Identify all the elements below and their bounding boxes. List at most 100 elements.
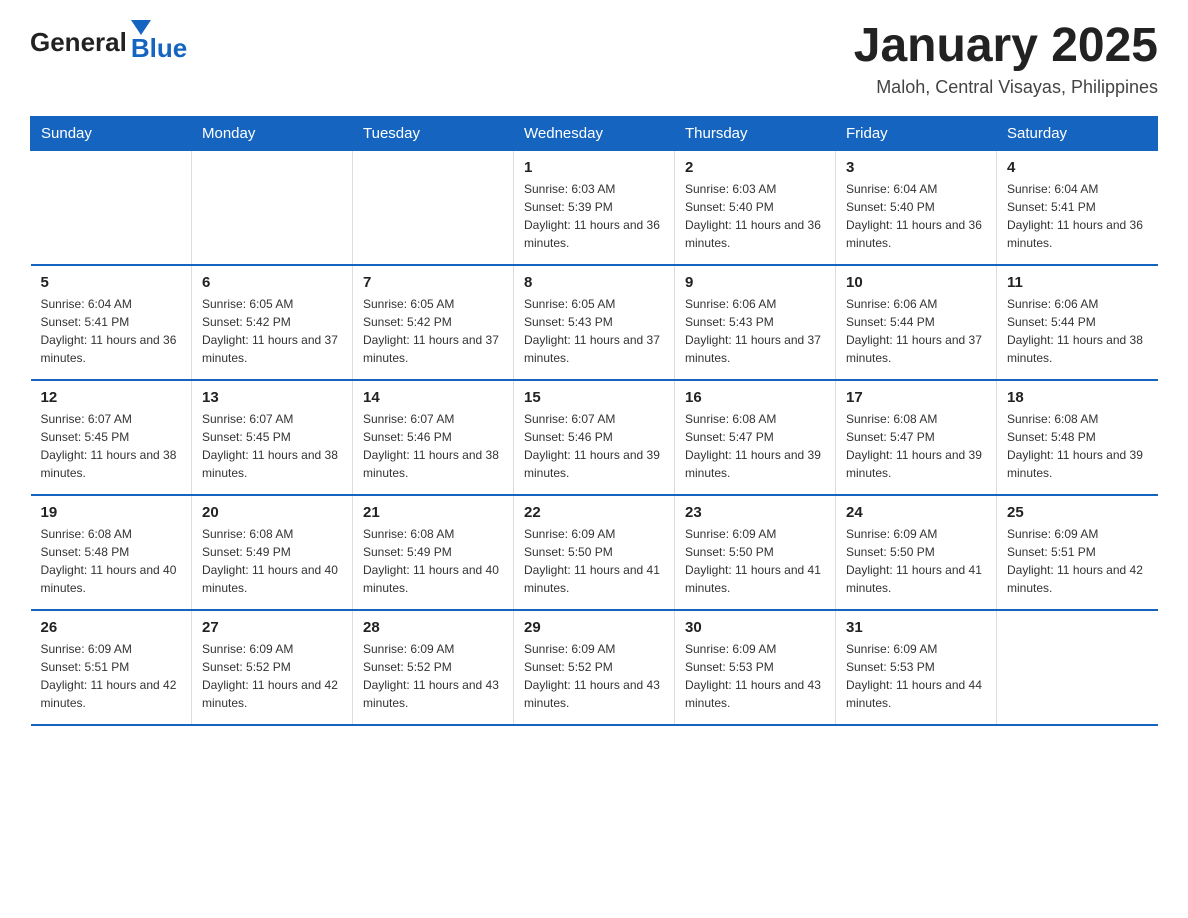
calendar-cell: 7 Sunrise: 6:05 AM Sunset: 5:42 PM Daylig… <box>353 265 514 380</box>
day-number: 1 <box>524 159 664 176</box>
day-number: 20 <box>202 504 342 521</box>
day-info: Sunrise: 6:08 AM Sunset: 5:47 PM Dayligh… <box>846 410 986 482</box>
calendar-week-row: 19 Sunrise: 6:08 AM Sunset: 5:48 PM Dayli… <box>31 495 1158 610</box>
calendar-cell: 17 Sunrise: 6:08 AM Sunset: 5:47 PM Dayli… <box>836 380 997 495</box>
calendar-cell: 18Sunrise: 6:08 AM Sunset: 5:48 PM Dayli… <box>997 380 1158 495</box>
day-info: Sunrise: 6:09 AM Sunset: 5:50 PM Dayligh… <box>685 525 825 597</box>
day-number: 29 <box>524 619 664 636</box>
calendar-cell <box>353 150 514 265</box>
day-number: 10 <box>846 274 986 291</box>
day-info: Sunrise: 6:08 AM Sunset: 5:47 PM Dayligh… <box>685 410 825 482</box>
calendar-header-row: SundayMondayTuesdayWednesdayThursdayFrid… <box>31 116 1158 150</box>
day-info: Sunrise: 6:06 AM Sunset: 5:44 PM Dayligh… <box>846 295 986 367</box>
day-number: 3 <box>846 159 986 176</box>
day-info: Sunrise: 6:09 AM Sunset: 5:53 PM Dayligh… <box>846 640 986 712</box>
day-info: Sunrise: 6:08 AM Sunset: 5:48 PM Dayligh… <box>41 525 182 597</box>
calendar-cell: 3 Sunrise: 6:04 AM Sunset: 5:40 PM Daylig… <box>836 150 997 265</box>
column-header-saturday: Saturday <box>997 116 1158 150</box>
calendar-cell: 22 Sunrise: 6:09 AM Sunset: 5:50 PM Dayli… <box>514 495 675 610</box>
day-number: 24 <box>846 504 986 521</box>
day-info: Sunrise: 6:09 AM Sunset: 5:52 PM Dayligh… <box>524 640 664 712</box>
day-info: Sunrise: 6:04 AM Sunset: 5:41 PM Dayligh… <box>1007 180 1148 252</box>
day-info: Sunrise: 6:09 AM Sunset: 5:50 PM Dayligh… <box>846 525 986 597</box>
day-info: Sunrise: 6:09 AM Sunset: 5:51 PM Dayligh… <box>1007 525 1148 597</box>
calendar-week-row: 5Sunrise: 6:04 AM Sunset: 5:41 PM Daylig… <box>31 265 1158 380</box>
day-number: 30 <box>685 619 825 636</box>
calendar-cell: 15 Sunrise: 6:07 AM Sunset: 5:46 PM Dayli… <box>514 380 675 495</box>
day-info: Sunrise: 6:04 AM Sunset: 5:41 PM Dayligh… <box>41 295 182 367</box>
column-header-wednesday: Wednesday <box>514 116 675 150</box>
day-number: 19 <box>41 504 182 521</box>
calendar-cell: 26Sunrise: 6:09 AM Sunset: 5:51 PM Dayli… <box>31 610 192 725</box>
calendar-cell: 2Sunrise: 6:03 AM Sunset: 5:40 PM Daylig… <box>675 150 836 265</box>
page-subtitle: Maloh, Central Visayas, Philippines <box>854 77 1158 98</box>
day-info: Sunrise: 6:03 AM Sunset: 5:39 PM Dayligh… <box>524 180 664 252</box>
page-header: General Blue January 2025 Maloh, Central… <box>30 20 1158 98</box>
day-info: Sunrise: 6:09 AM Sunset: 5:52 PM Dayligh… <box>202 640 342 712</box>
day-info: Sunrise: 6:06 AM Sunset: 5:44 PM Dayligh… <box>1007 295 1148 367</box>
column-header-thursday: Thursday <box>675 116 836 150</box>
day-number: 9 <box>685 274 825 291</box>
day-info: Sunrise: 6:07 AM Sunset: 5:46 PM Dayligh… <box>524 410 664 482</box>
day-number: 21 <box>363 504 503 521</box>
day-number: 25 <box>1007 504 1148 521</box>
calendar-week-row: 12 Sunrise: 6:07 AM Sunset: 5:45 PM Dayli… <box>31 380 1158 495</box>
day-number: 27 <box>202 619 342 636</box>
day-number: 7 <box>363 274 503 291</box>
day-number: 15 <box>524 389 664 406</box>
calendar-cell: 10 Sunrise: 6:06 AM Sunset: 5:44 PM Dayli… <box>836 265 997 380</box>
day-info: Sunrise: 6:09 AM Sunset: 5:51 PM Dayligh… <box>41 640 182 712</box>
logo: General Blue <box>30 20 187 64</box>
day-info: Sunrise: 6:09 AM Sunset: 5:52 PM Dayligh… <box>363 640 503 712</box>
calendar-cell: 19 Sunrise: 6:08 AM Sunset: 5:48 PM Dayli… <box>31 495 192 610</box>
day-number: 6 <box>202 274 342 291</box>
calendar-cell: 12Sunrise: 6:07 AM Sunset: 5:45 PM Dayli… <box>31 380 192 495</box>
day-info: Sunrise: 6:06 AM Sunset: 5:43 PM Dayligh… <box>685 295 825 367</box>
day-number: 14 <box>363 389 503 406</box>
logo-text-general: General <box>30 27 127 58</box>
day-info: Sunrise: 6:05 AM Sunset: 5:42 PM Dayligh… <box>363 295 503 367</box>
calendar-week-row: 1 Sunrise: 6:03 AM Sunset: 5:39 PM Daylig… <box>31 150 1158 265</box>
day-info: Sunrise: 6:05 AM Sunset: 5:43 PM Dayligh… <box>524 295 664 367</box>
day-number: 23 <box>685 504 825 521</box>
column-header-sunday: Sunday <box>31 116 192 150</box>
day-info: Sunrise: 6:07 AM Sunset: 5:46 PM Dayligh… <box>363 410 503 482</box>
column-header-tuesday: Tuesday <box>353 116 514 150</box>
calendar-cell: 30 Sunrise: 6:09 AM Sunset: 5:53 PM Dayli… <box>675 610 836 725</box>
day-number: 16 <box>685 389 825 406</box>
day-number: 4 <box>1007 159 1148 176</box>
day-number: 13 <box>202 389 342 406</box>
calendar-cell: 1 Sunrise: 6:03 AM Sunset: 5:39 PM Daylig… <box>514 150 675 265</box>
calendar-cell: 20 Sunrise: 6:08 AM Sunset: 5:49 PM Dayli… <box>192 495 353 610</box>
calendar-cell <box>31 150 192 265</box>
day-info: Sunrise: 6:05 AM Sunset: 5:42 PM Dayligh… <box>202 295 342 367</box>
calendar-cell: 25 Sunrise: 6:09 AM Sunset: 5:51 PM Dayli… <box>997 495 1158 610</box>
day-number: 17 <box>846 389 986 406</box>
day-number: 8 <box>524 274 664 291</box>
day-info: Sunrise: 6:09 AM Sunset: 5:53 PM Dayligh… <box>685 640 825 712</box>
calendar-cell: 28 Sunrise: 6:09 AM Sunset: 5:52 PM Dayli… <box>353 610 514 725</box>
page-title: January 2025 <box>854 20 1158 73</box>
calendar-cell: 31Sunrise: 6:09 AM Sunset: 5:53 PM Dayli… <box>836 610 997 725</box>
calendar-cell: 23 Sunrise: 6:09 AM Sunset: 5:50 PM Dayli… <box>675 495 836 610</box>
calendar-cell: 27 Sunrise: 6:09 AM Sunset: 5:52 PM Dayli… <box>192 610 353 725</box>
day-info: Sunrise: 6:04 AM Sunset: 5:40 PM Dayligh… <box>846 180 986 252</box>
day-number: 28 <box>363 619 503 636</box>
calendar-week-row: 26Sunrise: 6:09 AM Sunset: 5:51 PM Dayli… <box>31 610 1158 725</box>
calendar-cell <box>997 610 1158 725</box>
day-number: 18 <box>1007 389 1148 406</box>
day-number: 11 <box>1007 274 1148 291</box>
day-info: Sunrise: 6:07 AM Sunset: 5:45 PM Dayligh… <box>202 410 342 482</box>
day-number: 22 <box>524 504 664 521</box>
column-header-friday: Friday <box>836 116 997 150</box>
calendar-cell: 9 Sunrise: 6:06 AM Sunset: 5:43 PM Daylig… <box>675 265 836 380</box>
day-number: 12 <box>41 389 182 406</box>
title-section: January 2025 Maloh, Central Visayas, Phi… <box>854 20 1158 98</box>
day-info: Sunrise: 6:08 AM Sunset: 5:49 PM Dayligh… <box>202 525 342 597</box>
calendar-cell: 16 Sunrise: 6:08 AM Sunset: 5:47 PM Dayli… <box>675 380 836 495</box>
day-info: Sunrise: 6:09 AM Sunset: 5:50 PM Dayligh… <box>524 525 664 597</box>
column-header-monday: Monday <box>192 116 353 150</box>
calendar-cell <box>192 150 353 265</box>
day-number: 2 <box>685 159 825 176</box>
day-info: Sunrise: 6:08 AM Sunset: 5:49 PM Dayligh… <box>363 525 503 597</box>
